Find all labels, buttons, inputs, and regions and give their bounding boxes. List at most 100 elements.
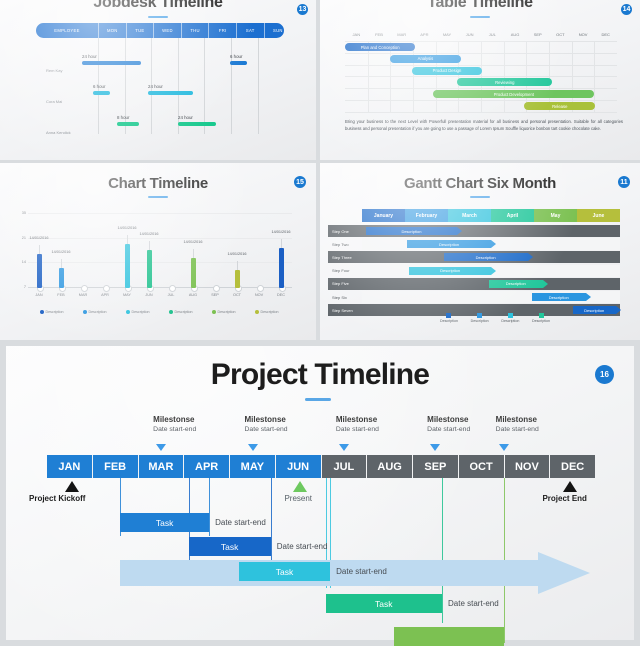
panel2-paragraph: Bring your business to the next Level wi… xyxy=(345,119,623,132)
panel1-header-thu: THU xyxy=(182,23,210,38)
month-cell-oct[interactable]: OCT xyxy=(458,455,505,478)
panel4-month-february: February xyxy=(405,209,448,222)
panel4-legend-swatch-icon xyxy=(446,313,452,318)
month-cell-apr[interactable]: APR xyxy=(184,455,230,478)
month-cell-mar[interactable]: MAR xyxy=(138,455,185,478)
timeline-arrow-head xyxy=(538,552,590,594)
milestone: Milestonse Date start-end xyxy=(245,415,288,433)
panel4-task-bar[interactable]: Description xyxy=(407,240,496,249)
panel3-bar[interactable] xyxy=(36,254,42,288)
panel2-task-bar[interactable]: Analysis xyxy=(390,54,461,63)
panel3-bar-stem xyxy=(127,235,128,244)
panel4-task-bar[interactable]: Description xyxy=(572,306,621,315)
panel4-legend-swatch-icon xyxy=(507,313,513,318)
panel3-bar-stem xyxy=(39,245,40,254)
panel2-month-jun: JUN xyxy=(465,32,474,37)
panel4-month-june: June xyxy=(577,209,620,222)
month-cell-nov[interactable]: NOV xyxy=(504,455,551,478)
panel3-gridline xyxy=(28,262,292,264)
panel1-bar-caption: 8 hour xyxy=(117,115,130,120)
panel4-legend-label: Description xyxy=(532,319,550,323)
panel1-header-row: EMPLOYEE MON TUE WED THU FRI SAT SUN xyxy=(36,23,284,38)
panel1-slide-badge: 13 xyxy=(297,4,308,15)
panel4-row: Step Two Description xyxy=(328,238,620,251)
milestone-title: Milestonse xyxy=(427,415,469,424)
panel1-task-bar[interactable] xyxy=(230,61,247,65)
panel1-task-bar[interactable] xyxy=(178,122,216,126)
panel1-row-label: Cora Mai xyxy=(46,99,63,104)
panel3-x-tick: SEP xyxy=(211,293,219,297)
month-cell-jun[interactable]: JUN xyxy=(275,455,322,478)
milestone: Milestonse Date start-end xyxy=(427,415,470,433)
panel3-title-underline xyxy=(148,196,168,198)
timeline-task-bar[interactable]: Task xyxy=(120,513,210,532)
panel2-task-bar[interactable]: Product Design xyxy=(411,66,483,75)
panel4-row-track: Description xyxy=(362,225,620,237)
panel1-title: Jobdesk Timeline xyxy=(93,0,223,11)
timeline-connector-line xyxy=(209,478,211,536)
panel2-task-bar[interactable]: Reviewing xyxy=(457,78,553,87)
project-end-label: Project End xyxy=(542,494,587,503)
panel1-task-bar[interactable] xyxy=(148,91,193,95)
panel2-task-bar[interactable]: Release xyxy=(524,102,596,110)
panel3-y-tick: 7 xyxy=(23,284,26,289)
month-cell-jan[interactable]: JAN xyxy=(47,455,93,478)
panel3-bar[interactable] xyxy=(124,244,130,288)
timeline-task-bar[interactable]: Task xyxy=(238,562,331,581)
panel3-bar[interactable] xyxy=(146,250,152,288)
panel4-row-label: Step Five xyxy=(328,277,362,290)
month-cell-jul[interactable]: JUL xyxy=(321,455,368,478)
panel4-row-track: Description xyxy=(362,277,620,290)
panel3-legend-label: Description xyxy=(45,310,64,314)
month-cell-dec[interactable]: DEC xyxy=(550,455,595,478)
timeline-task-date: Date start-end xyxy=(215,518,266,527)
panel2-gridline-h xyxy=(345,41,617,42)
panel1-row-label: Rem Kay xyxy=(46,68,63,73)
timeline-task-bar[interactable]: Task xyxy=(188,537,271,556)
panel3-gridline xyxy=(28,213,292,214)
panel1-task-bar[interactable] xyxy=(93,91,110,95)
month-cell-aug[interactable]: AUG xyxy=(367,455,413,478)
milestone-title: Milestonse xyxy=(335,415,378,424)
panel2-gridline-h xyxy=(345,100,617,101)
panel3-bar-stem xyxy=(237,261,238,270)
panel1-task-bar[interactable] xyxy=(117,122,139,126)
milestone-date: Date start-end xyxy=(153,426,197,433)
panel2-task-bar[interactable]: Plan and Conception xyxy=(345,43,416,51)
panel4-task-bar[interactable]: Description xyxy=(409,266,496,275)
panel3-legend-dot-icon xyxy=(211,310,216,314)
panel4-row-track: Description xyxy=(362,238,620,251)
panel4-legend-item: Description xyxy=(501,313,519,323)
panel1-header-fri: FRI xyxy=(209,23,237,38)
panel3-bar[interactable] xyxy=(278,248,284,288)
timeline-task-bar[interactable]: Task xyxy=(325,594,442,613)
panel4-task-bar[interactable]: Description xyxy=(488,279,548,288)
panel3-bar[interactable] xyxy=(234,270,240,288)
month-cell-sep[interactable]: SEP xyxy=(413,455,459,478)
panel4-task-bar[interactable]: Description xyxy=(443,253,533,262)
panel3-data-label: 14/01/2016 xyxy=(271,230,291,234)
panel3-axis-node xyxy=(102,285,110,292)
panel2-month-jan: JAN xyxy=(352,32,361,37)
panel2-month-apr: APR xyxy=(420,32,429,37)
panel2-gridline-h xyxy=(345,88,617,90)
month-header-bar: JAN FEB MAR APR MAY JUN JUL AUG SEP OCT NOV DEC xyxy=(47,455,595,478)
panel3-x-tick: APR xyxy=(101,293,109,297)
panel3-x-tick: JUL xyxy=(167,293,175,297)
milestone-marker-icon xyxy=(498,444,509,451)
panel2-title-underline xyxy=(470,16,490,18)
panel3-bar[interactable] xyxy=(190,258,196,288)
panel3-bar[interactable] xyxy=(58,268,64,288)
panel2-task-bar[interactable]: Product Development xyxy=(433,90,595,99)
panel3-gridline xyxy=(28,237,292,239)
panel4-task-bar[interactable]: Description xyxy=(531,293,591,301)
month-cell-may[interactable]: MAY xyxy=(230,455,276,478)
month-cell-feb[interactable]: FEB xyxy=(92,455,139,478)
panel4-task-bar[interactable]: Description xyxy=(366,227,462,235)
timeline-task-bar[interactable] xyxy=(394,627,504,646)
timeline-connector-line xyxy=(442,478,444,623)
panel1-task-bar[interactable] xyxy=(82,61,141,65)
panel4-row: Step One Description xyxy=(328,225,620,237)
present-marker-icon xyxy=(293,481,308,492)
panel4-legend-item: Description xyxy=(471,313,489,323)
